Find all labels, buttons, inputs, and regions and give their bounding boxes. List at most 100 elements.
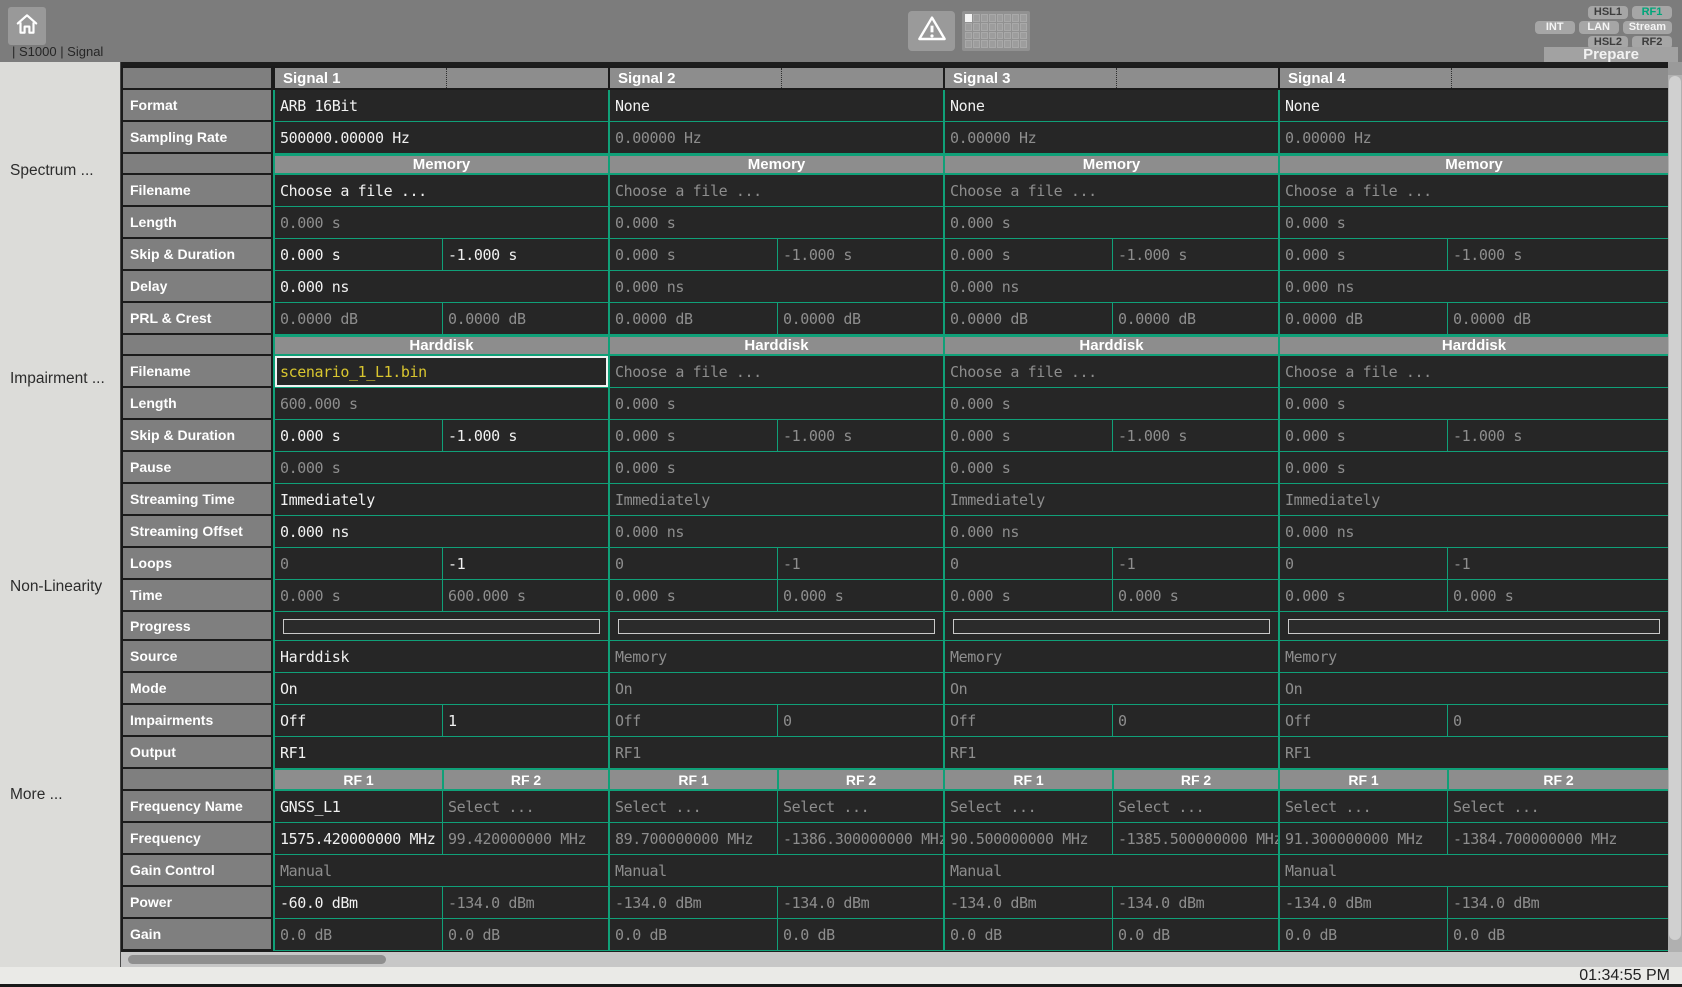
cell-filename-s1[interactable]: scenario_1_L1.bin xyxy=(275,356,608,387)
cell-time-s2-a[interactable]: 0.000 s xyxy=(610,580,777,611)
page-grid-cell[interactable] xyxy=(1012,32,1019,40)
cell-filename-s4[interactable]: Choose a file ... xyxy=(1280,356,1668,387)
cell-mode-s3[interactable]: On xyxy=(945,673,1278,704)
cell-skip-duration-s4-a[interactable]: 0.000 s xyxy=(1280,420,1447,451)
cell-loops-s2-a[interactable]: 0 xyxy=(610,548,777,579)
cell-skip-duration-s2-a[interactable]: 0.000 s xyxy=(610,239,777,270)
horizontal-scrollbar-thumb[interactable] xyxy=(128,955,386,964)
page-grid-cell[interactable] xyxy=(981,14,988,22)
cell-impairments-s1-b[interactable]: 1 xyxy=(442,705,608,736)
cell-delay-s3[interactable]: 0.000 ns xyxy=(945,271,1278,302)
cell-length-s2[interactable]: 0.000 s xyxy=(610,207,943,238)
page-grid-cell[interactable] xyxy=(997,32,1004,40)
cell-gain-control-s2[interactable]: Manual xyxy=(610,855,943,886)
page-grid-cell[interactable] xyxy=(1020,32,1027,40)
cell-output-s1[interactable]: RF1 xyxy=(275,737,608,768)
cell-prl-crest-s4-b[interactable]: 0.0000 dB xyxy=(1447,303,1668,334)
cell-prl-crest-s3-b[interactable]: 0.0000 dB xyxy=(1112,303,1278,334)
cell-prl-crest-s2-a[interactable]: 0.0000 dB xyxy=(610,303,777,334)
cell-frequency-s2-b[interactable]: -1386.300000000 MHz xyxy=(777,823,943,854)
cell-filename-s1[interactable]: Choose a file ... xyxy=(275,175,608,206)
cell-skip-duration-s2-b[interactable]: -1.000 s xyxy=(777,420,943,451)
cell-gain-s4-a[interactable]: 0.0 dB xyxy=(1280,919,1447,950)
page-grid-cell[interactable] xyxy=(997,14,1004,22)
cell-impairments-s3-a[interactable]: Off xyxy=(945,705,1112,736)
cell-format-s1[interactable]: ARB 16Bit xyxy=(275,90,608,121)
vertical-scrollbar-thumb[interactable] xyxy=(1669,76,1681,940)
page-grid-cell[interactable] xyxy=(1004,32,1011,40)
cell-loops-s1-b[interactable]: -1 xyxy=(442,548,608,579)
cell-frequency-name-s4-b[interactable]: Select ... xyxy=(1447,791,1668,822)
cell-streaming-time-s1[interactable]: Immediately xyxy=(275,484,608,515)
cell-gain-control-s4[interactable]: Manual xyxy=(1280,855,1668,886)
cell-streaming-offset-s1[interactable]: 0.000 ns xyxy=(275,516,608,547)
page-grid-cell[interactable] xyxy=(965,32,972,40)
cell-length-s3[interactable]: 0.000 s xyxy=(945,207,1278,238)
page-grid-cell[interactable] xyxy=(973,23,980,31)
cell-power-s3-a[interactable]: -134.0 dBm xyxy=(945,887,1112,918)
cell-filename-s4[interactable]: Choose a file ... xyxy=(1280,175,1668,206)
cell-impairments-s2-a[interactable]: Off xyxy=(610,705,777,736)
cell-frequency-name-s4-a[interactable]: Select ... xyxy=(1280,791,1447,822)
cell-gain-control-s1[interactable]: Manual xyxy=(275,855,608,886)
cell-sampling-rate-s3[interactable]: 0.00000 Hz xyxy=(945,122,1278,153)
cell-frequency-name-s3-a[interactable]: Select ... xyxy=(945,791,1112,822)
cell-gain-s4-b[interactable]: 0.0 dB xyxy=(1447,919,1668,950)
cell-impairments-s4-a[interactable]: Off xyxy=(1280,705,1447,736)
cell-pause-s1[interactable]: 0.000 s xyxy=(275,452,608,483)
cell-delay-s4[interactable]: 0.000 ns xyxy=(1280,271,1668,302)
cell-time-s2-b[interactable]: 0.000 s xyxy=(777,580,943,611)
cell-filename-s2[interactable]: Choose a file ... xyxy=(610,356,943,387)
cell-length-s1[interactable]: 0.000 s xyxy=(275,207,608,238)
cell-power-s1-b[interactable]: -134.0 dBm xyxy=(442,887,608,918)
cell-output-s3[interactable]: RF1 xyxy=(945,737,1278,768)
sidebar-item-impairment[interactable]: Impairment ... xyxy=(10,370,105,388)
sidebar-item-more[interactable]: More ... xyxy=(10,786,63,804)
page-grid-cell[interactable] xyxy=(989,23,996,31)
cell-frequency-s2-a[interactable]: 89.700000000 MHz xyxy=(610,823,777,854)
cell-skip-duration-s3-b[interactable]: -1.000 s xyxy=(1112,420,1278,451)
cell-skip-duration-s3-a[interactable]: 0.000 s xyxy=(945,420,1112,451)
cell-loops-s2-b[interactable]: -1 xyxy=(777,548,943,579)
cell-loops-s3-a[interactable]: 0 xyxy=(945,548,1112,579)
cell-power-s4-b[interactable]: -134.0 dBm xyxy=(1447,887,1668,918)
cell-loops-s3-b[interactable]: -1 xyxy=(1112,548,1278,579)
cell-mode-s4[interactable]: On xyxy=(1280,673,1668,704)
cell-time-s4-a[interactable]: 0.000 s xyxy=(1280,580,1447,611)
page-grid-cell[interactable] xyxy=(989,40,996,48)
cell-impairments-s1-a[interactable]: Off xyxy=(275,705,442,736)
home-button[interactable] xyxy=(8,7,46,45)
sidebar-item-spectrum[interactable]: Spectrum ... xyxy=(10,162,94,180)
cell-sampling-rate-s2[interactable]: 0.00000 Hz xyxy=(610,122,943,153)
cell-frequency-name-s1-b[interactable]: Select ... xyxy=(442,791,608,822)
cell-format-s2[interactable]: None xyxy=(610,90,943,121)
cell-pause-s3[interactable]: 0.000 s xyxy=(945,452,1278,483)
cell-pause-s4[interactable]: 0.000 s xyxy=(1280,452,1668,483)
cell-power-s2-a[interactable]: -134.0 dBm xyxy=(610,887,777,918)
page-grid-cell[interactable] xyxy=(973,40,980,48)
cell-gain-s2-a[interactable]: 0.0 dB xyxy=(610,919,777,950)
page-grid-cell[interactable] xyxy=(981,40,988,48)
cell-frequency-name-s2-a[interactable]: Select ... xyxy=(610,791,777,822)
page-grid-cell[interactable] xyxy=(981,23,988,31)
cell-frequency-name-s1-a[interactable]: GNSS_L1 xyxy=(275,791,442,822)
cell-skip-duration-s2-a[interactable]: 0.000 s xyxy=(610,420,777,451)
cell-output-s4[interactable]: RF1 xyxy=(1280,737,1668,768)
cell-streaming-offset-s3[interactable]: 0.000 ns xyxy=(945,516,1278,547)
cell-time-s1-a[interactable]: 0.000 s xyxy=(275,580,442,611)
cell-frequency-s3-b[interactable]: -1385.500000000 MHz xyxy=(1112,823,1278,854)
cell-skip-duration-s3-a[interactable]: 0.000 s xyxy=(945,239,1112,270)
cell-skip-duration-s4-b[interactable]: -1.000 s xyxy=(1447,420,1668,451)
cell-time-s3-b[interactable]: 0.000 s xyxy=(1112,580,1278,611)
cell-filename-s3[interactable]: Choose a file ... xyxy=(945,356,1278,387)
cell-frequency-s1-b[interactable]: 99.420000000 MHz xyxy=(442,823,608,854)
cell-skip-duration-s4-a[interactable]: 0.000 s xyxy=(1280,239,1447,270)
cell-prl-crest-s4-a[interactable]: 0.0000 dB xyxy=(1280,303,1447,334)
page-grid-cell[interactable] xyxy=(1012,23,1019,31)
horizontal-scrollbar[interactable] xyxy=(121,952,1682,967)
cell-loops-s1-a[interactable]: 0 xyxy=(275,548,442,579)
page-grid-cell[interactable] xyxy=(1020,14,1027,22)
page-grid-cell[interactable] xyxy=(973,14,980,22)
cell-prl-crest-s2-b[interactable]: 0.0000 dB xyxy=(777,303,943,334)
cell-skip-duration-s2-b[interactable]: -1.000 s xyxy=(777,239,943,270)
